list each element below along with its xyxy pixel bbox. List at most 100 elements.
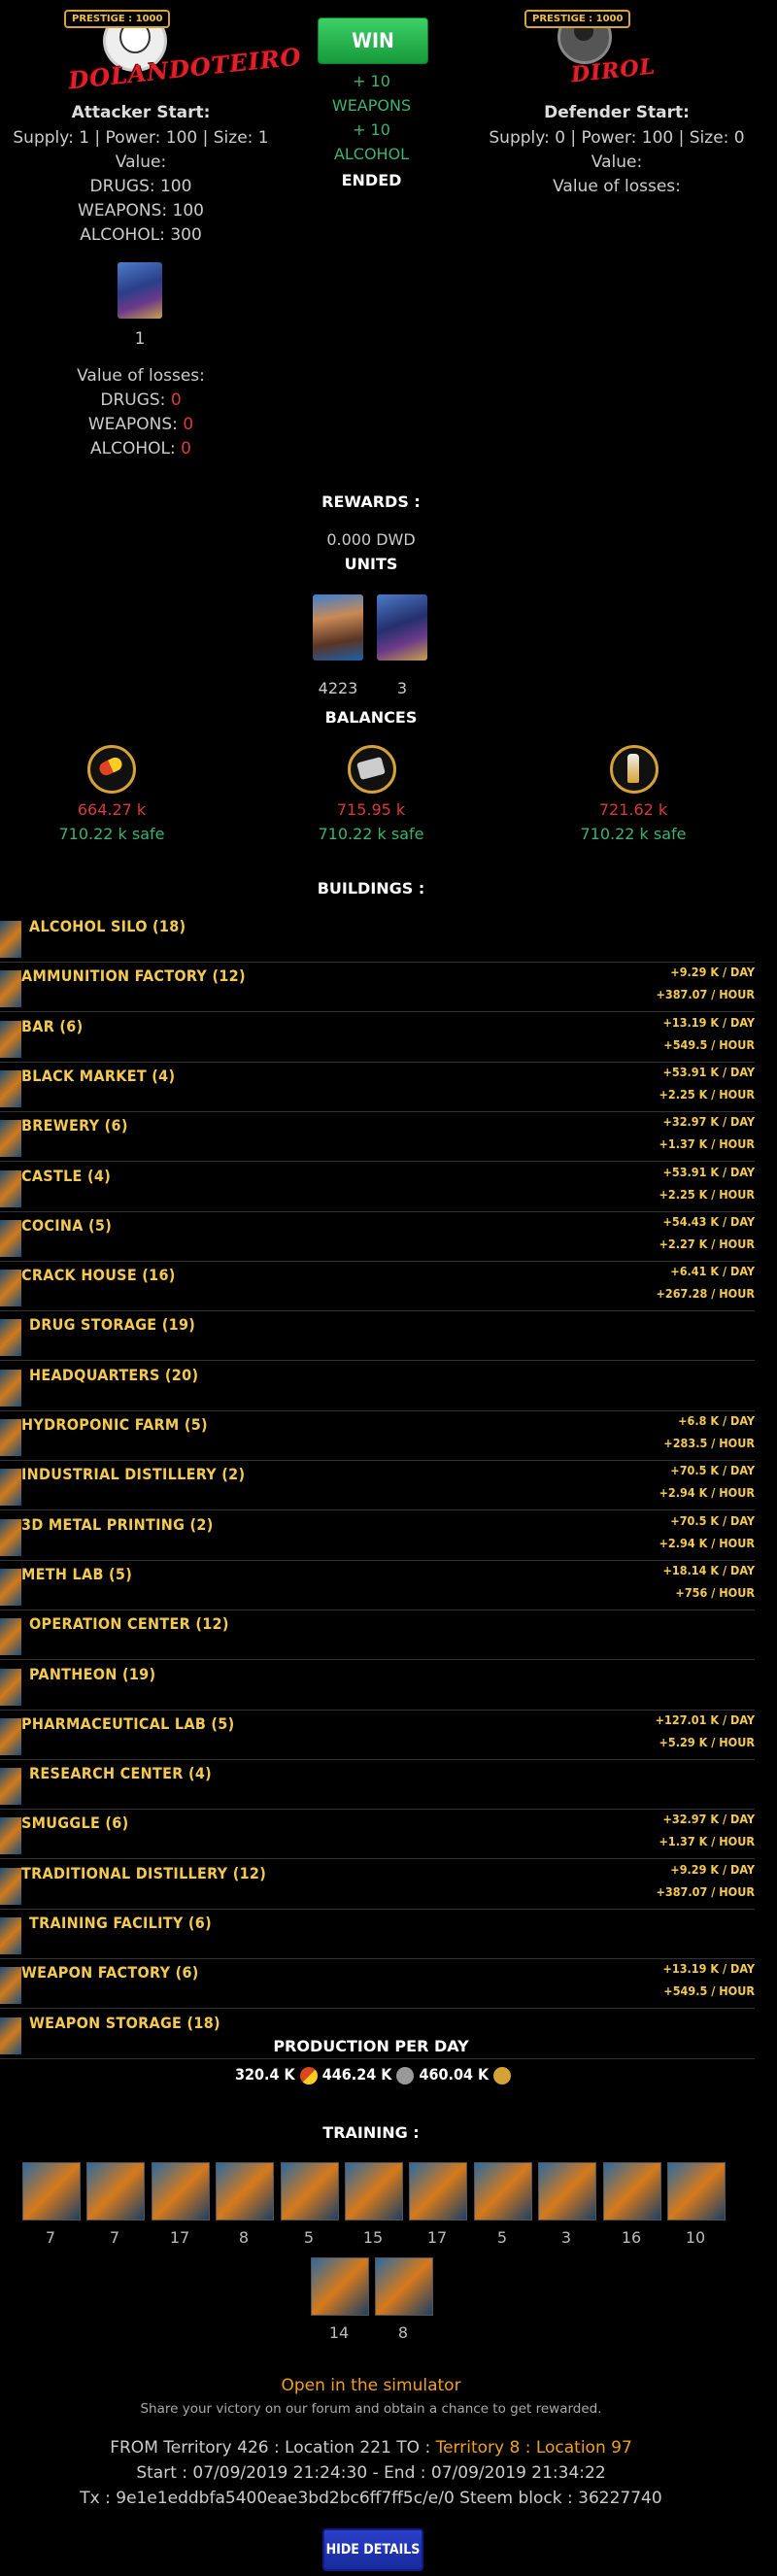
building-row[interactable]: RESEARCH CENTER (4)	[0, 1760, 755, 1810]
building-row[interactable]: ALCOHOL SILO (18)	[0, 913, 755, 963]
balance-drugs-value: 664.27 k	[77, 800, 147, 819]
training-unit-image	[216, 2162, 274, 2220]
building-rate-day: +9.29 K / DAY	[670, 965, 755, 979]
gain-alcohol-label: ALCOHOL	[333, 145, 410, 163]
building-name: SMUGGLE (6)	[21, 1813, 129, 1832]
hide-details-button[interactable]: HIDE DETAILS	[322, 2528, 423, 2571]
buildings-title: BUILDINGS :	[317, 879, 425, 898]
building-row[interactable]: METH LAB (5) +18.14 K / DAY +756 / HOUR	[0, 1561, 755, 1610]
building-row[interactable]: CASTLE (4) +53.91 K / DAY +2.25 K / HOUR	[0, 1163, 755, 1212]
training-unit-count: 17	[169, 2228, 190, 2247]
building-thumbnail	[0, 921, 21, 958]
building-row[interactable]: BAR (6) +13.19 K / DAY +549.5 / HOUR	[0, 1013, 755, 1063]
attacker-value-label: Value:	[115, 153, 167, 172]
building-row[interactable]: AMMUNITION FACTORY (12) +9.29 K / DAY +387…	[0, 963, 755, 1012]
building-rate-hour: +267.28 / HOUR	[656, 1286, 755, 1301]
building-row[interactable]: PHARMACEUTICAL LAB (5) +127.01 K / DAY +5.…	[0, 1711, 755, 1760]
building-name: 3D METAL PRINTING (2)	[21, 1515, 214, 1534]
battle-state: ENDED	[341, 171, 402, 189]
balance-alcohol-value: 721.62 k	[598, 800, 668, 819]
building-thumbnail	[0, 1170, 21, 1207]
training-unit-image	[474, 2162, 532, 2220]
reward-unit-count-1: 4223	[318, 679, 358, 697]
training-unit-count: 8	[397, 2323, 409, 2342]
loss-weapons-label: WEAPONS:	[87, 415, 178, 434]
building-thumbnail	[0, 1817, 21, 1854]
building-row[interactable]: TRAINING FACILITY (6)	[0, 1910, 755, 1959]
building-row[interactable]: DRUG STORAGE (19)	[0, 1311, 755, 1361]
training-unit-count: 5	[496, 2228, 508, 2247]
building-rate-hour: +756 / HOUR	[675, 1585, 755, 1600]
building-name: AMMUNITION FACTORY (12)	[21, 966, 246, 985]
building-row[interactable]: COCINA (5) +54.43 K / DAY +2.27 K / HOUR	[0, 1212, 755, 1262]
building-rate-hour: +2.27 K / HOUR	[659, 1237, 756, 1251]
simulator-link[interactable]: Open in the simulator	[0, 2376, 742, 2395]
rewards-dwd: 0.000 DWD	[326, 530, 416, 549]
building-row[interactable]: HYDROPONIC FARM (5) +6.8 K / DAY +283.5 / …	[0, 1411, 755, 1461]
building-thumbnail	[0, 1868, 21, 1905]
building-row[interactable]: OPERATION CENTER (12)	[0, 1610, 755, 1660]
building-thumbnail	[0, 1419, 21, 1456]
building-name: WEAPON FACTORY (6)	[21, 1963, 199, 1982]
building-row[interactable]: INDUSTRIAL DISTILLERY (2) +70.5 K / DAY +2…	[0, 1461, 755, 1510]
building-name: BLACK MARKET (4)	[21, 1067, 176, 1085]
building-thumbnail	[0, 1220, 21, 1257]
building-thumbnail	[0, 1917, 21, 1954]
training-unit-image	[152, 2162, 210, 2220]
defender-prestige-badge: PRESTIGE : 1000	[524, 10, 631, 28]
building-row[interactable]: BREWERY (6) +32.97 K / DAY +1.37 K / HOUR	[0, 1112, 755, 1162]
building-row[interactable]: BLACK MARKET (4) +53.91 K / DAY +2.25 K / …	[0, 1063, 755, 1112]
building-thumbnail	[0, 1021, 21, 1058]
gain-alcohol-amount: + 10	[353, 120, 390, 139]
building-name: RESEARCH CENTER (4)	[29, 1764, 213, 1782]
reward-unit-image-1	[313, 594, 363, 661]
attacker-drugs: DRUGS: 100	[89, 177, 192, 196]
building-name: BREWERY (6)	[21, 1116, 128, 1135]
building-rate-hour: +549.5 / HOUR	[663, 1983, 755, 1998]
building-thumbnail	[0, 1469, 21, 1506]
building-name: WEAPON STORAGE (18)	[29, 2014, 220, 2032]
building-row[interactable]: TRADITIONAL DISTILLERY (12) +9.29 K / DAY…	[0, 1860, 755, 1910]
building-row[interactable]: CRACK HOUSE (16) +6.41 K / DAY +267.28 / H…	[0, 1262, 755, 1311]
battle-times: Start : 07/09/2019 21:24:30 - End : 07/0…	[136, 2463, 606, 2483]
production-title: PRODUCTION PER DAY	[273, 2037, 469, 2055]
defender-value-label: Value:	[591, 153, 643, 172]
building-row[interactable]: WEAPON FACTORY (6) +13.19 K / DAY +549.5 /…	[0, 1959, 755, 2009]
building-rate-hour: +5.29 K / HOUR	[659, 1735, 756, 1749]
building-row[interactable]: HEADQUARTERS (20)	[0, 1362, 755, 1411]
building-row[interactable]: PANTHEON (19)	[0, 1661, 755, 1711]
target-link[interactable]: Territory 8 : Location 97	[436, 2438, 632, 2457]
share-text: Share your victory on our forum and obta…	[140, 2401, 602, 2417]
building-thumbnail	[0, 1270, 21, 1306]
balances-title: BALANCES	[324, 708, 418, 727]
attacker-supply-line: Supply: 1 | Power: 100 | Size: 1	[13, 128, 269, 148]
attacker-weapons: WEAPONS: 100	[78, 201, 204, 220]
training-unit-image	[667, 2162, 726, 2220]
building-rate-day: +18.14 K / DAY	[662, 1563, 755, 1577]
defender-losses-label: Value of losses:	[553, 177, 681, 196]
building-rate-day: +32.97 K / DAY	[662, 1812, 755, 1826]
building-rate-hour: +2.25 K / HOUR	[659, 1087, 756, 1102]
weapons-icon	[348, 745, 396, 794]
building-row[interactable]: SMUGGLE (6) +32.97 K / DAY +1.37 K / HOUR	[0, 1810, 755, 1859]
alcohol-icon	[493, 2066, 512, 2085]
building-row[interactable]: 3D METAL PRINTING (2) +70.5 K / DAY +2.94 …	[0, 1511, 755, 1561]
building-rate-day: +53.91 K / DAY	[662, 1065, 755, 1079]
building-rate-day: +6.8 K / DAY	[678, 1413, 755, 1428]
building-name: CRACK HOUSE (16)	[21, 1266, 176, 1284]
attacker-name[interactable]: DOLANDOTEIRO	[67, 42, 303, 94]
building-name: HEADQUARTERS (20)	[29, 1366, 199, 1384]
attacker-unit-image	[118, 262, 162, 319]
reward-unit-count-2: 3	[396, 679, 408, 697]
building-thumbnail	[0, 1768, 21, 1805]
building-rate-hour: +1.37 K / HOUR	[659, 1834, 756, 1848]
building-rate-day: +54.43 K / DAY	[662, 1214, 755, 1229]
building-rate-hour: +2.94 K / HOUR	[659, 1485, 756, 1500]
training-unit-image	[538, 2162, 596, 2220]
building-rate-day: +13.19 K / DAY	[662, 1015, 755, 1030]
training-unit-image	[86, 2162, 145, 2220]
gain-weapons-label: WEAPONS	[331, 96, 412, 115]
training-unit-count: 14	[328, 2323, 350, 2342]
training-unit-image	[375, 2257, 433, 2316]
building-rate-hour: +387.07 / HOUR	[656, 987, 755, 1001]
